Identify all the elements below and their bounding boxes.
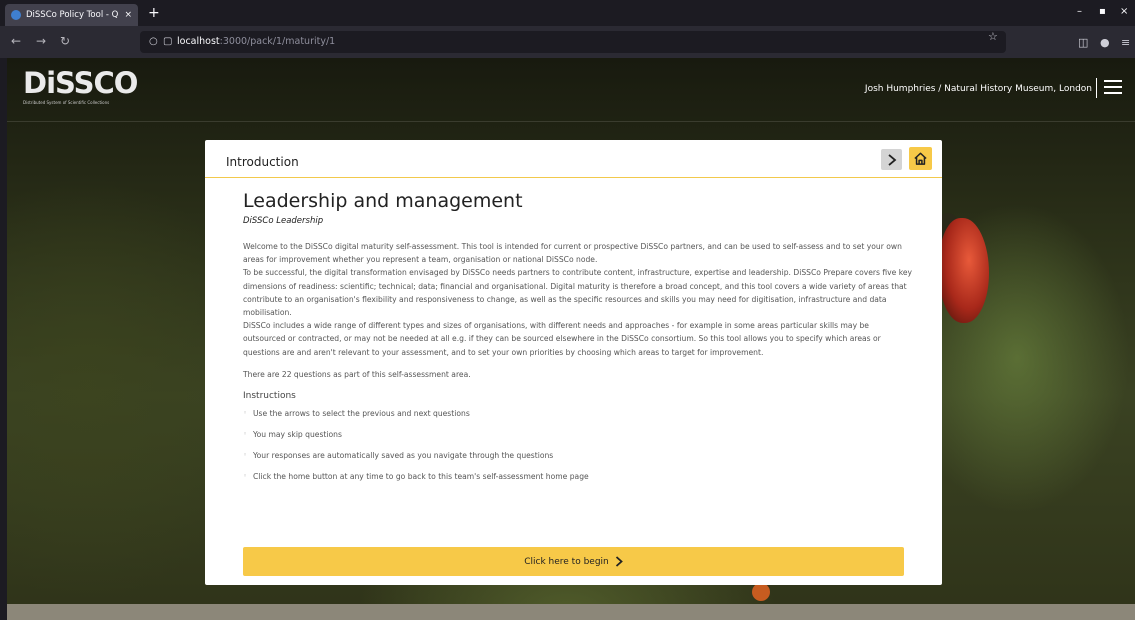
url-host: localhost (177, 36, 220, 47)
background-decoration (752, 583, 770, 601)
intro-text: Welcome to the DiSSCo digital maturity s… (243, 240, 913, 359)
pocket-icon[interactable]: ◫ (1078, 36, 1088, 50)
logo-subtitle: Distributed System of Scientific Collect… (23, 100, 110, 105)
list-item: Click the home button at any time to go … (243, 471, 913, 482)
instructions-heading: Instructions (243, 390, 296, 401)
intro-paragraph: DiSSCo includes a wide range of differen… (243, 321, 881, 357)
page-subtitle: DiSSCo Leadership (243, 216, 324, 226)
begin-button[interactable]: Click here to begin (243, 547, 904, 576)
app-menu-icon[interactable]: ≡ (1121, 36, 1130, 50)
section-title: Introduction (226, 155, 299, 169)
next-question-button[interactable] (881, 149, 902, 170)
background-decoration (939, 218, 989, 323)
home-icon (914, 152, 927, 165)
page-viewport: DiSSCO Distributed System of Scientific … (7, 58, 1135, 620)
instructions-list: Use the arrows to select the previous an… (243, 408, 913, 482)
forward-icon[interactable]: → (36, 34, 46, 48)
list-item: You may skip questions (243, 429, 913, 440)
question-count: There are 22 questions as part of this s… (243, 369, 471, 379)
tab-title: DiSSCo Policy Tool - Que (26, 10, 120, 20)
minimize-button[interactable]: – (1077, 5, 1082, 19)
intro-paragraph: To be successful, the digital transforma… (243, 268, 913, 318)
page-footer-strip (7, 604, 1135, 620)
page-title: Leadership and management (243, 190, 523, 212)
card-header: Introduction (205, 140, 942, 178)
shield-icon[interactable]: ○ (149, 35, 158, 49)
browser-tab-bar: DiSSCo Policy Tool - Que × + – ▪ × (0, 0, 1135, 26)
begin-button-label: Click here to begin (524, 556, 609, 567)
url-path: :3000/pack/1/maturity/1 (219, 36, 336, 47)
url-bar[interactable]: ○ ▢ localhost:3000/pack/1/maturity/1 (140, 31, 1006, 53)
header-divider (1096, 78, 1097, 98)
user-info: Josh Humphries / Natural History Museum,… (864, 84, 1092, 94)
reload-icon[interactable]: ↻ (60, 34, 70, 48)
back-icon[interactable]: ← (11, 34, 21, 48)
bookmark-star-icon[interactable]: ☆ (988, 30, 998, 44)
close-window-button[interactable]: × (1120, 5, 1128, 19)
hamburger-menu-icon[interactable] (1104, 80, 1122, 94)
browser-nav-bar: ← → ↻ ○ ▢ localhost:3000/pack/1/maturity… (0, 26, 1135, 58)
logo-text: DiSSCO (23, 66, 138, 100)
home-button[interactable] (909, 147, 932, 170)
chevron-right-icon (887, 153, 896, 166)
site-header: DiSSCO Distributed System of Scientific … (7, 58, 1135, 122)
page-icon: ▢ (163, 36, 173, 47)
card-content: Leadership and management DiSSCo Leaders… (243, 188, 913, 492)
favicon-icon (11, 10, 21, 20)
list-item: Your responses are automatically saved a… (243, 450, 913, 461)
account-icon[interactable]: ● (1100, 36, 1110, 50)
intro-paragraph: Welcome to the DiSSCo digital maturity s… (243, 242, 902, 265)
tab-close-icon[interactable]: × (124, 10, 132, 20)
dissco-logo[interactable]: DiSSCO Distributed System of Scientific … (23, 66, 138, 108)
maximize-button[interactable]: ▪ (1099, 5, 1106, 19)
new-tab-button[interactable]: + (148, 4, 160, 22)
list-item: Use the arrows to select the previous an… (243, 408, 913, 419)
assessment-card: Introduction Leadership and management D… (205, 140, 942, 585)
browser-tab[interactable]: DiSSCo Policy Tool - Que × (5, 4, 138, 26)
url-text[interactable]: localhost:3000/pack/1/maturity/1 (177, 35, 335, 49)
chevron-right-icon (615, 556, 623, 567)
